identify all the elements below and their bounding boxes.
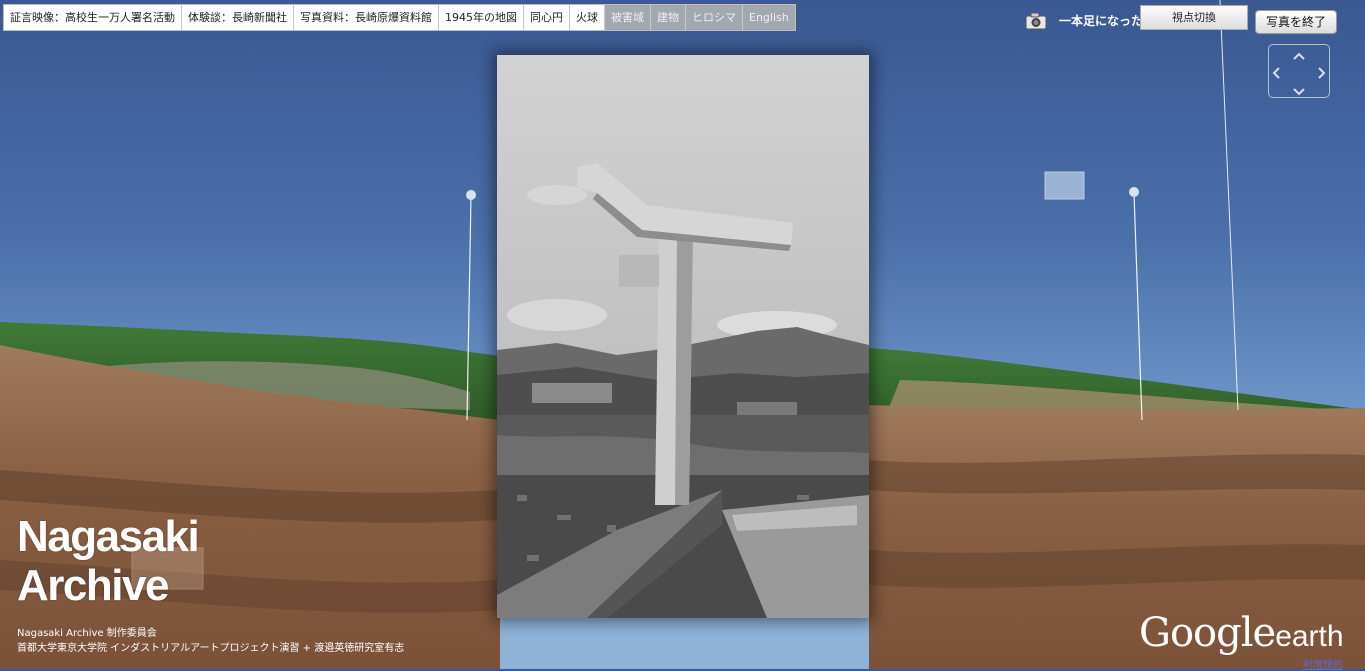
layer-experience-stories[interactable]: 体験談：長崎新聞社 [182, 5, 294, 30]
earth-wordmark: earth [1275, 620, 1344, 653]
logo-title-line1: Nagasaki [17, 512, 200, 561]
google-wordmark: Google [1139, 610, 1276, 656]
chevron-left-icon[interactable] [1270, 65, 1282, 79]
credit-committee: Nagasaki Archive 制作委員会 [17, 628, 157, 639]
layer-testimony-video[interactable]: 証言映像：高校生一万人署名活動 [4, 5, 182, 30]
layer-toolbar: 証言映像：高校生一万人署名活動 体験談：長崎新聞社 写真資料：長崎原爆資料館 1… [3, 4, 796, 31]
credit-university: 首都大学東京大学院 インダストリアルアートプロジェクト演習 + 渡邉英徳研究室有… [17, 643, 405, 654]
layer-hiroshima[interactable]: ヒロシマ [686, 5, 743, 30]
camera-icon [1025, 12, 1047, 34]
view-toggle-button[interactable]: 視点切換 [1140, 5, 1248, 30]
exit-photo-button[interactable]: 写真を終了 [1255, 10, 1337, 34]
layer-photo-materials[interactable]: 写真資料：長崎原爆資料館 [294, 5, 439, 30]
navigation-pad [1268, 44, 1330, 98]
layer-fireball[interactable]: 火球 [570, 5, 605, 30]
layer-concentric-circles[interactable]: 同心円 [524, 5, 570, 30]
google-earth-logo: Googleearth [1139, 610, 1344, 656]
chevron-right-icon[interactable] [1316, 65, 1328, 79]
chevron-down-icon[interactable] [1292, 83, 1306, 96]
layer-damage-area[interactable]: 被害域 [605, 5, 651, 30]
historical-photo[interactable] [497, 55, 869, 618]
layer-english[interactable]: English [743, 5, 795, 30]
layer-buildings[interactable]: 建物 [651, 5, 686, 30]
layer-1945-map[interactable]: 1945年の地図 [439, 5, 524, 30]
chevron-up-icon[interactable] [1292, 47, 1306, 60]
logo-title-line2: Archive [17, 561, 169, 610]
photo-caption: 一本足になった鳥居 [1059, 14, 1141, 28]
